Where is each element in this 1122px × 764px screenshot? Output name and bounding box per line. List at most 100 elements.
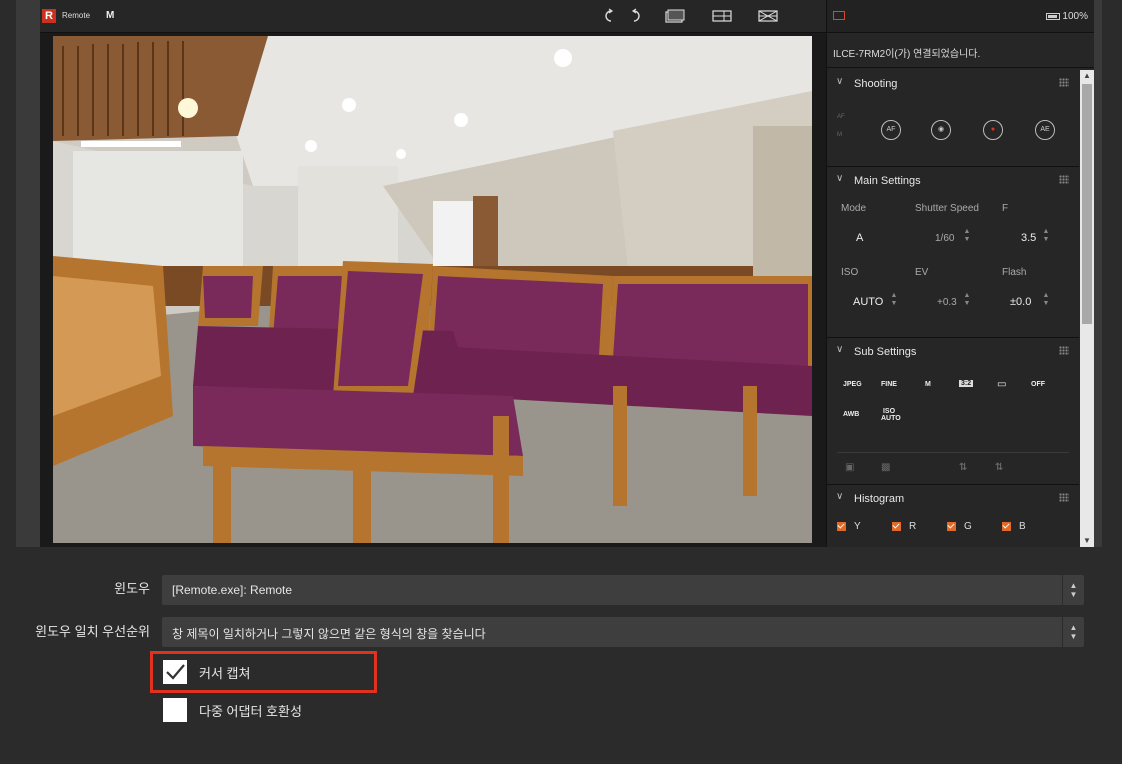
flash-value[interactable]: ±0.0 xyxy=(1010,296,1031,308)
settings-scroll-area: ∨ Shooting AF M AF ◉ ● AE ∨ Main Setting… xyxy=(827,70,1079,547)
mode-badge: M xyxy=(106,10,115,21)
image-size-setting[interactable]: M xyxy=(925,381,931,388)
panel-scrollbar[interactable]: ▲ ▼ xyxy=(1080,70,1094,547)
shutter-button[interactable]: ◉ xyxy=(931,120,951,140)
scroll-up-icon[interactable]: ▲ xyxy=(1080,70,1094,82)
aperture-label: F xyxy=(1002,203,1009,214)
ev-label: EV xyxy=(915,267,929,278)
checkbox-checked-icon xyxy=(837,521,846,531)
histogram-channel-label: Y xyxy=(854,521,861,532)
shooting-controls: AF M AF ◉ ● AE xyxy=(827,98,1079,166)
main-settings-section: ∨ Main Settings Mode Shutter Speed F A 1… xyxy=(827,167,1079,338)
checkbox-checked-icon xyxy=(892,521,901,531)
shutter-speed-label: Shutter Speed xyxy=(915,203,979,214)
histogram-y-checkbox[interactable]: Y xyxy=(837,521,861,532)
jpeg-quality-setting[interactable]: FINE xyxy=(881,381,897,388)
divider xyxy=(837,452,1069,453)
iso-value[interactable]: AUTO xyxy=(853,296,883,308)
iso-auto-setting[interactable]: ISO AUTO xyxy=(881,408,901,422)
capture-preview: R Remote M 100% ILCE-7RM2이(가) 연결되었습니다. ∨… xyxy=(16,0,1102,547)
shooting-side-label: M xyxy=(837,132,842,138)
shooting-title: Shooting xyxy=(854,78,898,90)
flash-mode-setting[interactable]: OFF xyxy=(1031,381,1045,388)
drag-grip-icon[interactable] xyxy=(1059,175,1069,184)
window-select[interactable]: [Remote.exe]: Remote ▲ ▼ xyxy=(162,575,1084,605)
focus-area-icon: ▩ xyxy=(881,462,891,473)
sub-settings-header[interactable]: ∨ Sub Settings xyxy=(827,338,1079,366)
mode-label: Mode xyxy=(841,203,867,214)
window-match-priority-select[interactable]: 창 제목이 일치하거나 그렇지 않으면 같은 형식의 창을 찾습니다 ▲ ▼ xyxy=(162,617,1084,647)
scroll-down-icon[interactable]: ▼ xyxy=(1080,535,1094,547)
iso-stepper[interactable]: ▲ ▼ xyxy=(890,292,898,308)
panel-status-bar: 100% xyxy=(827,0,1094,33)
dro-icon: ⇅ xyxy=(959,462,968,473)
window-select-value: [Remote.exe]: Remote xyxy=(172,583,293,597)
sub-settings-section: ∨ Sub Settings JPEG FINE M 3:2 ▭ OFF AWB… xyxy=(827,338,1079,485)
iso-label: ISO xyxy=(841,267,859,278)
rotate-right-icon[interactable] xyxy=(630,8,642,24)
histogram-header[interactable]: ∨ Histogram xyxy=(827,485,1079,513)
drag-grip-icon[interactable] xyxy=(1059,78,1069,87)
mode-value[interactable]: A xyxy=(856,232,863,244)
aperture-stepper[interactable]: ▲ ▼ xyxy=(1042,228,1050,244)
chevron-down-icon: ∨ xyxy=(836,76,844,87)
histogram-channel-label: R xyxy=(909,521,917,532)
live-view-image xyxy=(53,36,812,543)
aperture-value[interactable]: 3.5 xyxy=(1021,232,1036,244)
window-label: 윈도우 xyxy=(114,581,150,596)
rotate-left-icon[interactable] xyxy=(603,8,615,24)
chevron-down-icon: ∨ xyxy=(836,491,844,502)
select-arrows-icon[interactable]: ▲ ▼ xyxy=(1062,575,1084,605)
app-name: Remote xyxy=(62,11,91,20)
aspect-ratio-setting[interactable]: 3:2 xyxy=(959,380,974,387)
ev-stepper[interactable]: ▲ ▼ xyxy=(963,292,971,308)
metering-icon: ▣ xyxy=(845,462,855,473)
battery-level: 100% xyxy=(1062,11,1088,22)
live-view-icon[interactable] xyxy=(665,8,685,24)
drive-mode-setting[interactable]: ▭ xyxy=(997,379,1006,390)
ev-value[interactable]: +0.3 xyxy=(937,297,957,308)
select-arrows-icon[interactable]: ▲ ▼ xyxy=(1062,617,1084,647)
flash-stepper[interactable]: ▲ ▼ xyxy=(1042,292,1050,308)
checkmark-icon xyxy=(166,664,185,680)
scrollbar-thumb[interactable] xyxy=(1082,84,1092,324)
main-settings-title: Main Settings xyxy=(854,175,921,187)
multi-adapter-label[interactable]: 다중 어댑터 호환성 xyxy=(199,701,302,720)
shutter-speed-value[interactable]: 1/60 xyxy=(935,233,954,244)
app-toolbar: R Remote M xyxy=(40,0,826,33)
shooting-header[interactable]: ∨ Shooting xyxy=(827,70,1079,98)
creative-style-icon: ⇅ xyxy=(995,462,1004,473)
window-match-priority-value: 창 제목이 일치하거나 그렇지 않으면 같은 형식의 창을 찾습니다 xyxy=(172,627,486,641)
histogram-b-checkbox[interactable]: B xyxy=(1002,521,1026,532)
shooting-section: ∨ Shooting AF M AF ◉ ● AE xyxy=(827,70,1079,167)
remote-app-window: R Remote M 100% ILCE-7RM2이(가) 연결되었습니다. ∨… xyxy=(40,0,1094,547)
file-format-setting[interactable]: JPEG xyxy=(843,381,862,388)
ae-button[interactable]: AE xyxy=(1035,120,1055,140)
capture-cursor-checkbox[interactable] xyxy=(163,660,187,684)
histogram-title: Histogram xyxy=(854,493,905,505)
af-button[interactable]: AF xyxy=(881,120,901,140)
histogram-controls: Y R G B xyxy=(827,513,1079,547)
histogram-channel-label: G xyxy=(964,521,972,532)
record-button[interactable]: ● xyxy=(983,120,1003,140)
capture-cursor-label[interactable]: 커서 캡쳐 xyxy=(199,663,250,682)
histogram-g-checkbox[interactable]: G xyxy=(947,521,972,532)
layout-icon[interactable] xyxy=(712,8,732,24)
checkbox-checked-icon xyxy=(1002,521,1011,531)
histogram-section: ∨ Histogram Y R G B xyxy=(827,485,1079,547)
histogram-r-checkbox[interactable]: R xyxy=(892,521,916,532)
chevron-down-icon: ∨ xyxy=(836,173,844,184)
camera-settings-panel: 100% ILCE-7RM2이(가) 연결되었습니다. ∨ Shooting A… xyxy=(826,0,1094,547)
grid-icon[interactable] xyxy=(758,8,778,24)
chevron-down-icon: ∨ xyxy=(836,344,844,355)
main-settings-header[interactable]: ∨ Main Settings xyxy=(827,167,1079,195)
drag-grip-icon[interactable] xyxy=(1059,493,1069,502)
multi-adapter-checkbox[interactable] xyxy=(163,698,187,722)
white-balance-setting[interactable]: AWB xyxy=(843,411,859,418)
battery-icon xyxy=(1046,12,1061,20)
app-logo: R xyxy=(42,9,56,23)
shutter-speed-stepper[interactable]: ▲ ▼ xyxy=(963,228,971,244)
histogram-channel-label: B xyxy=(1019,521,1026,532)
drag-grip-icon[interactable] xyxy=(1059,346,1069,355)
window-match-priority-label: 윈도우 일치 우선순위 xyxy=(35,624,150,639)
